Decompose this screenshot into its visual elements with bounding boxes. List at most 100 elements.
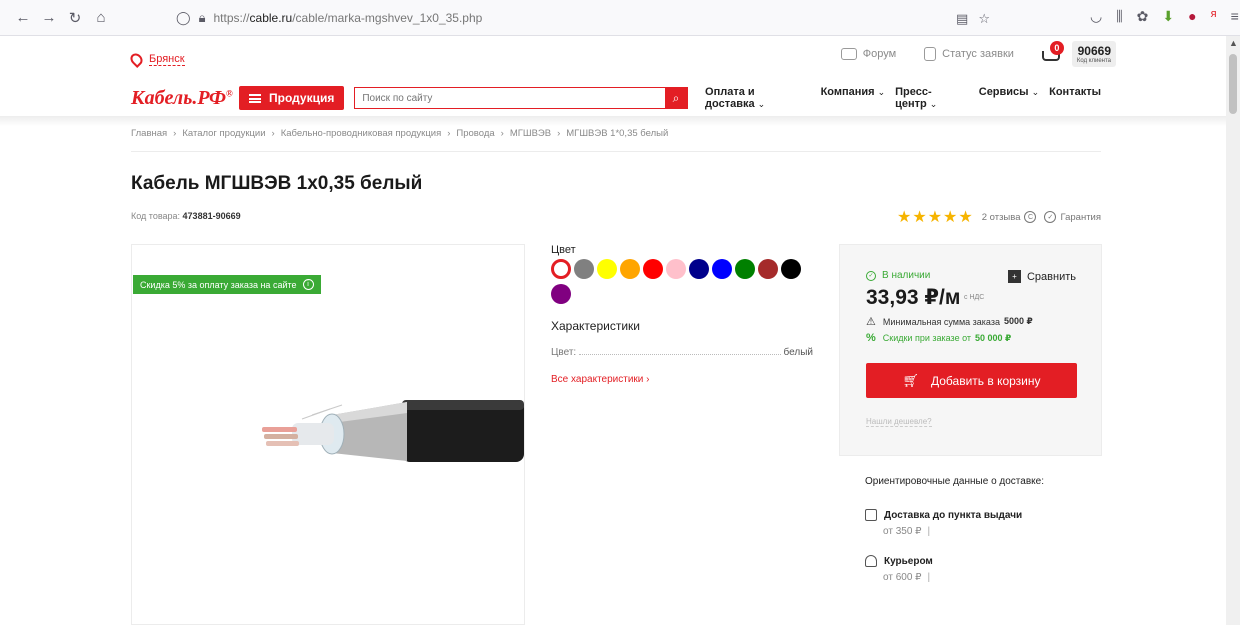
scroll-thumb[interactable] (1229, 54, 1237, 114)
shield-icon: ◯ (176, 10, 191, 25)
breadcrumb-item[interactable]: Провода (456, 128, 494, 139)
home-icon[interactable]: ⌂ (90, 7, 112, 29)
lock-icon: 🔒︎ (198, 10, 206, 25)
characteristic-name: Цвет: (551, 347, 577, 358)
products-menu-button[interactable]: Продукция (239, 86, 345, 110)
scroll-up-icon[interactable]: ▲ (1229, 38, 1238, 48)
box-icon (865, 509, 877, 521)
delivery-option-pickup: Доставка до пункта выдачи от 350 ₽ | (865, 509, 1022, 537)
rating-stars[interactable]: ★★★★★ (897, 207, 974, 227)
products-label: Продукция (269, 91, 335, 105)
extension-icon[interactable]: ✿ (1137, 8, 1149, 25)
breadcrumb-item[interactable]: Главная (131, 128, 167, 139)
color-swatch[interactable] (551, 259, 571, 279)
cart-count-badge: 0 (1049, 41, 1064, 55)
bookmark-star-icon[interactable]: ☆ (978, 11, 990, 27)
rating-block: ★★★★★ 2 отзыва C ✓ Гарантия (897, 207, 1101, 227)
city-selector[interactable]: Брянск (128, 51, 185, 68)
reader-view-icon[interactable]: ▤ (956, 11, 968, 27)
city-name[interactable]: Брянск (149, 53, 185, 66)
scrollbar[interactable]: ▲ (1226, 36, 1240, 625)
forum-link[interactable]: Форум (840, 48, 897, 60)
reload-icon[interactable]: ↻ (64, 7, 86, 29)
all-characteristics-link[interactable]: Все характеристики › (551, 374, 649, 385)
addon-icon[interactable]: ● (1188, 8, 1196, 25)
cart-button[interactable]: 0 (1041, 41, 1064, 63)
breadcrumb-item[interactable]: Кабельно-проводниковая продукция (281, 128, 442, 139)
url-text: https://cable.ru/cable/marka-mgshvev_1x0… (213, 11, 483, 25)
client-code-label: Код клиента (1076, 58, 1111, 64)
min-order: ⚠ Минимальная сумма заказа 5000 ₽ (866, 316, 1033, 328)
characteristic-value: белый (783, 347, 813, 358)
nav-item-contacts[interactable]: Контакты (1049, 86, 1101, 110)
burger-icon (249, 93, 261, 103)
add-to-cart-button[interactable]: 🛒︎ Добавить в корзину (866, 363, 1077, 398)
page-title: Кабель МГШВЭВ 1х0,35 белый (131, 173, 423, 194)
found-cheaper-link[interactable]: Нашли дешевле? (866, 417, 932, 427)
location-pin-icon (128, 51, 145, 68)
color-swatch[interactable] (620, 259, 640, 279)
courier-icon (865, 555, 877, 567)
color-swatch[interactable] (689, 259, 709, 279)
guarantee-link[interactable]: Гарантия (1060, 212, 1101, 223)
nav-item-press[interactable]: Пресс-центр ⌄ (895, 86, 969, 110)
color-swatch[interactable] (712, 259, 732, 279)
yandex-icon[interactable]: я (1211, 8, 1217, 25)
nav-item-services[interactable]: Сервисы ⌄ (979, 86, 1039, 110)
guarantee-icon: ✓ (1044, 211, 1057, 223)
address-bar[interactable]: ◯ 🔒︎ https://cable.ru/cable/marka-mgshve… (168, 5, 1000, 31)
divider (131, 151, 1101, 152)
info-icon[interactable]: i (302, 279, 314, 290)
stock-status: ✓ В наличии (866, 270, 930, 281)
product-image[interactable] (252, 385, 524, 485)
client-code-number: 90669 (1077, 44, 1111, 58)
breadcrumb-item[interactable]: Каталог продукции (182, 128, 265, 139)
color-swatch[interactable] (574, 259, 594, 279)
color-swatch[interactable] (781, 259, 801, 279)
chat-icon (840, 48, 857, 60)
reviews-link[interactable]: 2 отзыва (982, 212, 1021, 223)
percent-icon: % (866, 332, 876, 344)
search-input[interactable] (355, 88, 666, 108)
compare-button[interactable]: + Сравнить (1007, 270, 1076, 283)
order-status-link[interactable]: Статус заявки (924, 47, 1014, 61)
characteristics-title: Характеристики (551, 319, 640, 333)
menu-icon[interactable]: ≡ (1231, 8, 1239, 25)
copyright-icon: C (1024, 211, 1037, 223)
price: 33,93 ₽/м (866, 286, 961, 309)
vat-label: с НДС (964, 294, 985, 301)
breadcrumb-item[interactable]: МГШВЭВ (510, 128, 551, 139)
nav-item-company[interactable]: Компания ⌄ (821, 86, 886, 110)
forum-label: Форум (862, 48, 897, 60)
download-icon[interactable]: ⬇ (1162, 8, 1174, 25)
color-swatch[interactable] (666, 259, 686, 279)
library-icon[interactable]: ⫼ (1116, 8, 1122, 25)
color-swatch[interactable] (735, 259, 755, 279)
color-swatch[interactable] (643, 259, 663, 279)
breadcrumb-current: МГШВЭВ 1*0,35 белый (566, 128, 669, 139)
forward-icon[interactable]: → (38, 7, 60, 29)
delivery-option-courier: Курьером от 600 ₽ | (865, 555, 933, 583)
color-swatch[interactable] (597, 259, 617, 279)
color-swatches (551, 259, 811, 304)
nav-item-payment[interactable]: Оплата и доставка ⌄ (705, 86, 811, 110)
pocket-icon[interactable]: ◡ (1090, 8, 1102, 25)
color-swatch[interactable] (551, 284, 571, 304)
compare-icon: + (1007, 270, 1021, 283)
promo-badge: Скидка 5% за оплату заказа на сайте i (133, 275, 321, 294)
colors-label: Цвет (551, 244, 576, 256)
buy-box: ✓ В наличии + Сравнить 33,93 ₽/м с НДС ⚠… (839, 244, 1102, 456)
search-box: ⌕ (354, 87, 689, 109)
clipboard-icon (924, 47, 937, 61)
order-status-label: Статус заявки (942, 48, 1014, 60)
color-swatch[interactable] (758, 259, 778, 279)
search-button[interactable]: ⌕ (665, 88, 688, 108)
client-code: 90669 Код клиента (1071, 41, 1116, 67)
cart-icon: 🛒︎ (902, 372, 919, 388)
breadcrumb: Главная › Каталог продукции › Кабельно-про… (131, 128, 669, 139)
site-logo[interactable]: Кабель.РФ® (131, 87, 233, 110)
back-icon[interactable]: ← (12, 7, 34, 29)
check-icon: ✓ (866, 270, 876, 281)
discount-info[interactable]: % Скидки при заказе от 50 000 ₽ (866, 332, 1011, 344)
product-image-panel: Скидка 5% за оплату заказа на сайте i (131, 244, 525, 625)
